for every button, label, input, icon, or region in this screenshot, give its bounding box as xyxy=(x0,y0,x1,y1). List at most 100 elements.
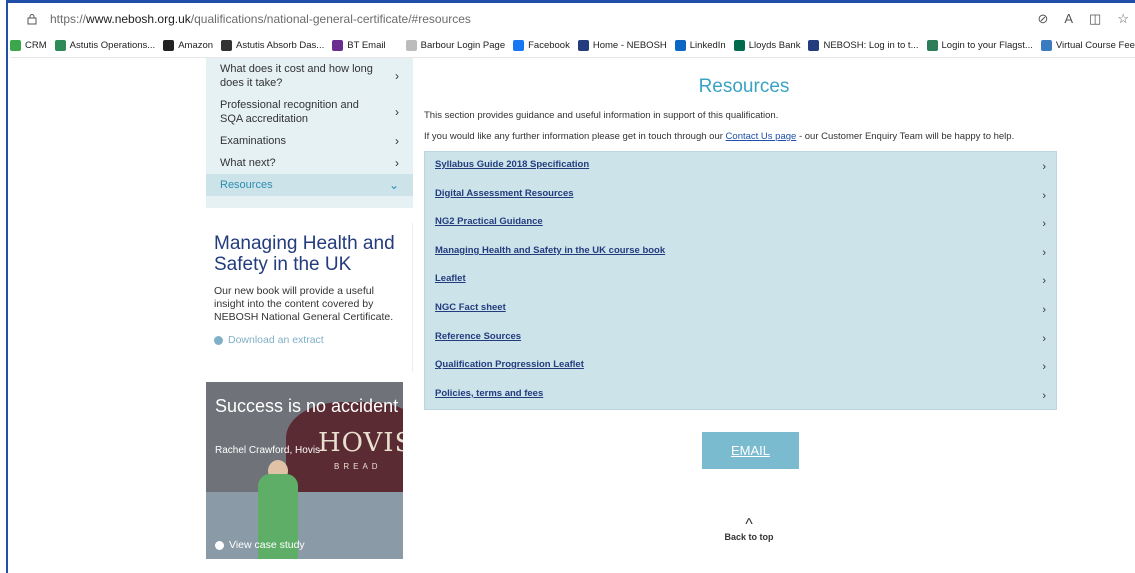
promo-text: Our new book will provide a useful insig… xyxy=(214,285,394,323)
resources-accordion: Syllabus Guide 2018 Specification › Digit… xyxy=(424,151,1057,411)
page-title: Resources xyxy=(698,76,790,97)
bookmark-favicon-icon xyxy=(577,40,589,51)
back-to-top-link[interactable]: ^ Back to top xyxy=(714,516,784,543)
contact-us-link[interactable]: Contact Us page xyxy=(726,131,797,142)
bookmark-label: Lloyds Bank xyxy=(748,40,801,51)
resource-link[interactable]: Digital Assessment Resources xyxy=(435,188,574,199)
resource-link[interactable]: Policies, terms and fees xyxy=(435,388,543,399)
chevron-right-icon: › xyxy=(1042,275,1046,288)
address-bar[interactable]: https://www.nebosh.org.uk/qualifications… xyxy=(10,4,1135,34)
read-aloud-icon[interactable]: A xyxy=(1064,12,1073,26)
bookmark-item[interactable]: Virtual Course Feed... xyxy=(1040,40,1135,51)
view-case-study-link[interactable]: View case study xyxy=(215,539,305,551)
bookmark-item[interactable]: BT Email xyxy=(332,40,386,51)
resource-link[interactable]: Qualification Progression Leaflet xyxy=(435,359,584,370)
nav-item-label: Professional recognition and SQA accredi… xyxy=(220,99,359,125)
resource-item[interactable]: Managing Health and Safety in the UK cou… xyxy=(425,238,1056,267)
caret-up-icon: ^ xyxy=(745,516,753,533)
lock-icon[interactable] xyxy=(26,13,38,25)
bookmark-item[interactable]: NEBOSH: Log in to t... xyxy=(808,40,919,51)
arrow-circle-icon xyxy=(215,540,224,550)
url-path: /qualifications/national-general-certifi… xyxy=(190,12,471,26)
bookmark-label: Amazon xyxy=(178,40,214,51)
resource-item[interactable]: Reference Sources › xyxy=(425,324,1056,353)
view-case-study-label: View case study xyxy=(229,539,305,551)
case-study-card[interactable]: HOVIS BREAD Success is no accident Rache… xyxy=(206,382,403,559)
resource-link[interactable]: Managing Health and Safety in the UK cou… xyxy=(435,245,665,256)
url-host: www.nebosh.org.uk xyxy=(86,12,191,26)
bookmark-favicon-icon xyxy=(1040,40,1052,51)
bookmark-item[interactable]: Barbour Login Page xyxy=(405,40,506,51)
contact-post: - our Customer Enquiry Team will be happ… xyxy=(796,131,1015,142)
chevron-right-icon: › xyxy=(395,105,399,119)
resource-link[interactable]: Leaflet xyxy=(435,273,466,284)
bookmark-label: LinkedIn xyxy=(689,40,726,51)
bookmark-label: Barbour Login Page xyxy=(420,40,506,51)
contact-text: If you would like any further informatio… xyxy=(424,131,1064,142)
nav-item-recognition[interactable]: Professional recognition and SQA accredi… xyxy=(206,94,413,130)
nav-item-cost[interactable]: What does it cost and how long does it t… xyxy=(206,58,413,94)
bookmark-favicon-icon xyxy=(221,40,233,51)
chevron-right-icon: › xyxy=(1042,189,1046,202)
bookmark-favicon-icon xyxy=(733,40,745,51)
chevron-right-icon: › xyxy=(395,156,399,170)
bookmark-item[interactable]: Astutis Operations... xyxy=(54,40,156,51)
bookmark-label: Virtual Course Feed... xyxy=(1055,40,1135,51)
url-prefix: https:// xyxy=(50,12,87,26)
bookmark-item[interactable]: Facebook xyxy=(513,40,570,51)
bookmark-label: Astutis Operations... xyxy=(69,40,156,51)
bookmark-item[interactable]: Home - NEBOSH xyxy=(577,40,667,51)
bookmark-label: CRM xyxy=(25,40,47,51)
nav-item-label: Resources xyxy=(220,179,273,191)
favorite-star-icon[interactable]: ☆ xyxy=(1117,12,1129,26)
bookmark-item[interactable]: Login to your Flagst... xyxy=(926,40,1033,51)
bookmark-label: Login to your Flagst... xyxy=(941,40,1033,51)
contact-pre: If you would like any further informatio… xyxy=(424,131,726,142)
chevron-down-icon: ⌄ xyxy=(388,178,399,192)
bookmark-favicon-icon xyxy=(163,40,175,51)
download-extract-label: Download an extract xyxy=(228,334,324,346)
resource-item[interactable]: Policies, terms and fees › xyxy=(425,381,1056,410)
window-frame-left xyxy=(0,0,8,573)
resource-link[interactable]: NG2 Practical Guidance xyxy=(435,216,543,227)
bookmark-label: Astutis Absorb Das... xyxy=(236,40,325,51)
bookmark-favicon-icon xyxy=(54,40,66,51)
resource-item[interactable]: Qualification Progression Leaflet › xyxy=(425,352,1056,381)
chevron-right-icon: › xyxy=(395,134,399,148)
chevron-right-icon: › xyxy=(395,69,399,83)
chevron-right-icon: › xyxy=(1042,332,1046,345)
nav-item-label: What does it cost and how long does it t… xyxy=(220,63,373,89)
intro-text: This section provides guidance and usefu… xyxy=(424,110,779,121)
bookmark-item[interactable]: CRM xyxy=(10,40,47,51)
tracking-prevention-icon[interactable]: ⊘ xyxy=(1037,12,1048,26)
split-screen-icon[interactable]: ◫ xyxy=(1089,12,1101,26)
email-button[interactable]: EMAIL xyxy=(702,432,799,469)
window-frame-top xyxy=(0,0,1135,3)
nav-item-what-next[interactable]: What next? › xyxy=(206,152,413,174)
bookmark-item[interactable]: Amazon xyxy=(163,40,213,51)
chevron-right-icon: › xyxy=(1042,161,1046,173)
resource-item[interactable]: NGC Fact sheet › xyxy=(425,295,1056,324)
resource-link[interactable]: NGC Fact sheet xyxy=(435,302,506,313)
nav-item-examinations[interactable]: Examinations › xyxy=(206,130,413,152)
back-to-top-label: Back to top xyxy=(724,532,774,542)
bookmark-favicon-icon xyxy=(513,40,525,51)
bookmark-favicon-icon xyxy=(808,40,820,51)
bookmark-item[interactable]: Lloyds Bank xyxy=(733,40,801,51)
resource-item[interactable]: Digital Assessment Resources › xyxy=(425,181,1056,210)
bookmark-item[interactable]: Astutis Absorb Das... xyxy=(221,40,324,51)
resource-item[interactable]: Leaflet › xyxy=(425,266,1056,295)
bookmark-item[interactable]: LinkedIn xyxy=(674,40,726,51)
book-promo: Managing Health and Safety in the UK Our… xyxy=(206,223,413,372)
arrow-circle-icon xyxy=(214,335,223,345)
resource-link[interactable]: Reference Sources xyxy=(435,331,521,342)
download-extract-link[interactable]: Download an extract xyxy=(214,334,404,346)
nav-item-resources[interactable]: Resources ⌄ xyxy=(206,174,413,196)
url-text[interactable]: https://www.nebosh.org.uk/qualifications… xyxy=(50,12,471,26)
resource-link[interactable]: Syllabus Guide 2018 Specification xyxy=(435,159,589,170)
chevron-right-icon: › xyxy=(1042,389,1046,402)
resource-item[interactable]: Syllabus Guide 2018 Specification › xyxy=(425,152,1056,181)
resource-item[interactable]: NG2 Practical Guidance › xyxy=(425,209,1056,238)
bookmark-favicon-icon xyxy=(926,40,938,51)
bookmark-label: NEBOSH: Log in to t... xyxy=(823,40,919,51)
